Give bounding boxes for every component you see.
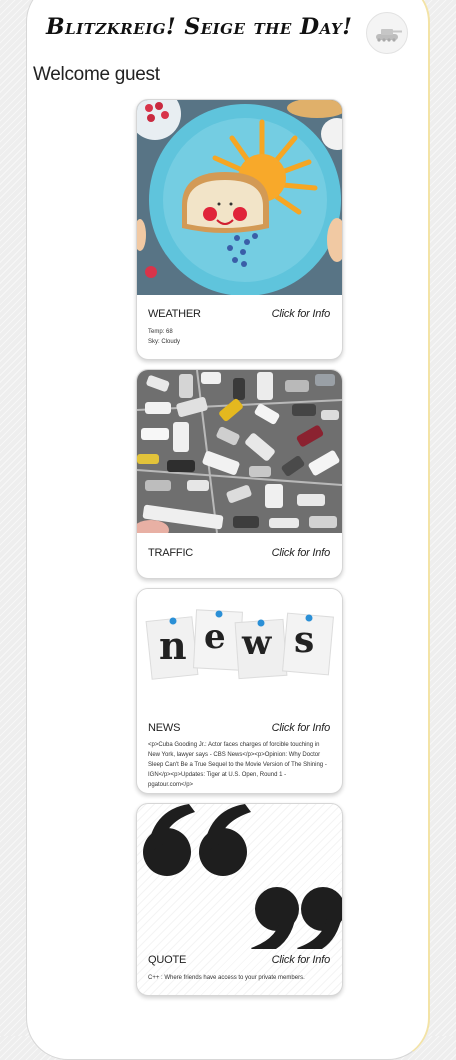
- tank-icon[interactable]: [366, 12, 408, 54]
- site-title: Blitzkreig! Seige the Day!: [46, 14, 353, 40]
- news-label: NEWS: [148, 722, 181, 734]
- weather-info-link[interactable]: Click for Info: [272, 308, 331, 320]
- news-info-link[interactable]: Click for Info: [272, 722, 331, 734]
- quote-text: C++ : Where friends have access to your …: [148, 975, 305, 981]
- news-headlines: <p>Cuba Gooding Jr.: Actor faces charges…: [148, 742, 327, 788]
- news-letter-s: s: [294, 619, 315, 661]
- news-letter-w: w: [242, 623, 272, 663]
- news-card[interactable]: n e w s NEWS Click for Info <p>Cuba Good…: [136, 588, 343, 794]
- weather-card[interactable]: WEATHER Click for Info Temp: 68 Sky: Clo…: [136, 99, 343, 360]
- quote-label: QUOTE: [148, 954, 187, 966]
- weather-temp: Temp: 68: [148, 329, 173, 335]
- weather-label: WEATHER: [148, 308, 201, 320]
- traffic-card[interactable]: TRAFFIC Click for Info: [136, 369, 343, 579]
- weather-sky: Sky: Cloudy: [148, 339, 181, 345]
- weather-image: [137, 100, 342, 295]
- traffic-image: [137, 370, 342, 533]
- welcome-message: Welcome guest: [33, 64, 160, 85]
- news-letter-n: n: [159, 623, 187, 668]
- traffic-label: TRAFFIC: [148, 547, 194, 559]
- quote-info-link[interactable]: Click for Info: [272, 954, 331, 966]
- weather-details: Temp: 68 Sky: Cloudy: [148, 327, 332, 347]
- news-letter-e: e: [204, 617, 226, 657]
- traffic-info-link[interactable]: Click for Info: [272, 547, 331, 559]
- quote-card[interactable]: QUOTE Click for Info C++ : Where friends…: [136, 803, 343, 996]
- news-image: n e w s: [137, 589, 342, 699]
- quote-image: [137, 804, 342, 949]
